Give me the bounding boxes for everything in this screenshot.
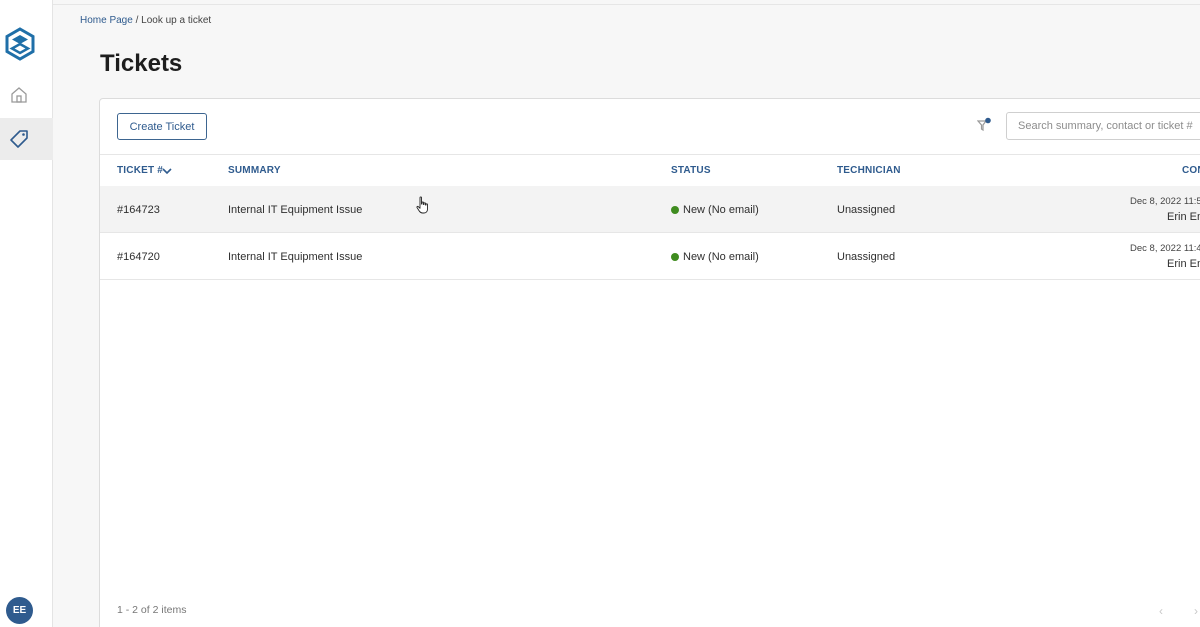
ticket-summary[interactable]: Internal IT Equipment Issue [228,204,362,216]
ticket-number[interactable]: #164723 [117,204,160,216]
ticket-technician: Unassigned [837,251,896,263]
status-label: New (No email) [683,251,759,263]
breadcrumb-current: Look up a ticket [141,15,212,26]
status-dot-icon [671,206,679,214]
status-label: New (No email) [683,204,759,216]
header-divider [100,154,1200,155]
tag-icon [10,130,28,148]
column-header-technician[interactable]: TECHNICIAN [837,165,901,176]
status-dot-icon [671,253,679,261]
tickets-panel: Create Ticket TICKET # SUMMARY STATUS TE… [99,98,1200,627]
sort-chevron-down-icon[interactable] [162,167,172,175]
table-row[interactable]: #164723 Internal IT Equipment Issue New … [100,186,1200,233]
avatar[interactable]: EE [6,597,33,624]
sidebar-item-tickets[interactable] [0,118,53,160]
pagination-next-button[interactable]: › [1194,604,1198,618]
page-title: Tickets [100,50,183,77]
ticket-status: New (No email) [671,204,759,216]
contact-date: Dec 8, 2022 11:4 [1130,243,1200,254]
contact-name: Erin Em [1167,258,1200,270]
ticket-status: New (No email) [671,251,759,263]
create-ticket-button[interactable]: Create Ticket [117,113,207,140]
contact-date: Dec 8, 2022 11:5 [1130,196,1200,207]
contact-name: Erin Em [1167,211,1200,223]
pointer-cursor-icon [416,196,428,214]
column-header-summary[interactable]: SUMMARY [228,165,281,176]
breadcrumb-home-link[interactable]: Home Page [80,15,133,26]
breadcrumb: Home Page / Look up a ticket [80,15,211,26]
ticket-summary[interactable]: Internal IT Equipment Issue [228,251,362,263]
pagination-count: 1 - 2 of 2 items [117,604,187,616]
column-header-ticket[interactable]: TICKET # [117,165,163,176]
column-header-contact[interactable]: CON [1182,165,1200,176]
ticket-number[interactable]: #164720 [117,251,160,263]
sidebar: EE [0,0,53,627]
breadcrumb-separator: / [132,15,142,26]
search-input[interactable] [1007,113,1200,139]
table-row[interactable]: #164720 Internal IT Equipment Issue New … [100,233,1200,280]
top-divider [53,4,1200,5]
ticket-technician: Unassigned [837,204,896,216]
filter-icon[interactable] [977,117,993,133]
search-field[interactable] [1006,112,1200,140]
app-logo-icon[interactable] [3,27,37,61]
pagination-prev-button[interactable]: ‹ [1159,604,1163,618]
column-header-status[interactable]: STATUS [671,165,711,176]
home-icon[interactable] [9,85,29,105]
